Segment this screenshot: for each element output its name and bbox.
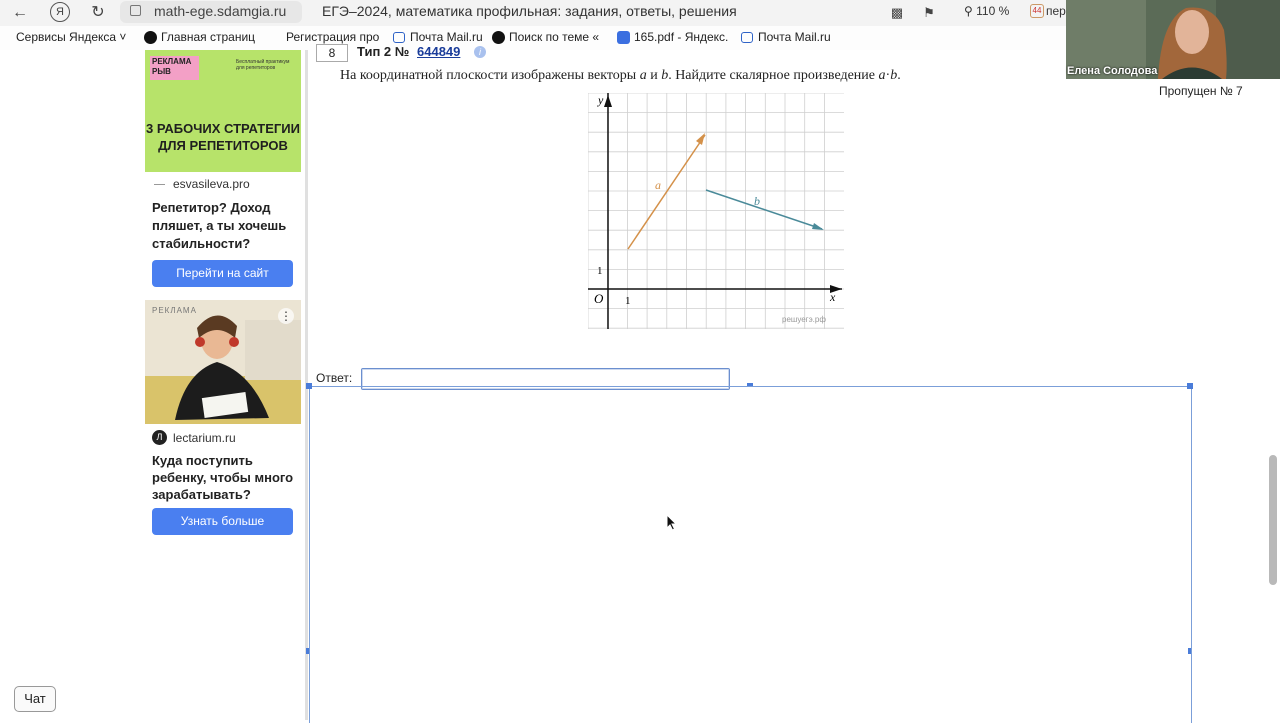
ad-cta-button[interactable]: Перейти на сайт — [152, 260, 293, 287]
vector-b-label: b — [754, 194, 760, 208]
mail-icon — [741, 32, 753, 43]
bookmark-mail-1[interactable]: Почта Mail.ru — [410, 30, 483, 44]
more-options-icon[interactable]: ⋮ — [278, 308, 294, 324]
grid — [587, 92, 844, 329]
skipped-label: Пропущен № 7 — [1159, 84, 1243, 98]
y-label: y — [597, 93, 604, 107]
bookmark-pdf[interactable]: 165.pdf - Яндекс. — [634, 30, 728, 44]
yandex-icon[interactable]: Я — [50, 2, 70, 22]
url-text[interactable]: math-ege.sdamgia.ru — [154, 3, 286, 19]
watermark: решуегэ.рф — [782, 315, 826, 324]
pdf-icon — [617, 31, 630, 44]
lectarium-logo-icon: Л — [152, 430, 167, 445]
y-axis-arrow-icon — [604, 95, 612, 107]
resize-handle[interactable] — [306, 648, 309, 654]
task-id-link[interactable]: 644849 — [417, 44, 460, 59]
y-one-label: 1 — [597, 265, 603, 277]
resize-handle[interactable] — [747, 383, 753, 386]
task-text-part: . — [897, 68, 901, 83]
tiktok-icon — [492, 31, 505, 44]
mouse-cursor-icon — [666, 514, 678, 531]
tabs-count-badge[interactable]: 44 — [1030, 4, 1044, 18]
task-text-part: На координатной плоскости изображены век… — [340, 68, 640, 83]
vector-graph: y x O 1 1 a b решуегэ.рф — [587, 92, 844, 329]
ad-domain[interactable]: esvasileva.pro — [173, 177, 250, 191]
ad-text[interactable]: Репетитор? Доход пляшет, а ты хочешь ста… — [152, 199, 302, 253]
bookmark-home[interactable]: Главная страниц — [161, 30, 255, 44]
graph-svg: y x O 1 1 a b решуегэ.рф — [587, 92, 844, 329]
bookmark-icon[interactable]: ⚑ — [919, 3, 939, 23]
participant-name: Елена Солодова — [1067, 65, 1158, 77]
yandex-home-icon — [144, 31, 157, 44]
task-type: Тип 2 № — [357, 44, 410, 59]
task-text-part: и — [646, 68, 662, 83]
lock-icon — [130, 5, 141, 16]
resize-handle[interactable] — [1188, 648, 1191, 654]
resize-handle[interactable] — [306, 383, 312, 389]
ad-domain[interactable]: lectarium.ru — [173, 431, 236, 445]
vector-b-arrowhead — [812, 223, 824, 230]
x-one-label: 1 — [625, 295, 631, 307]
comment-icon[interactable]: ▩ — [887, 3, 907, 23]
zoom-level[interactable]: ⚲ 110 % — [964, 4, 1009, 18]
bookmark-label: Сервисы Яндекса — [16, 30, 117, 44]
ad-small-text: Бесплатный практикум для репетиторов — [236, 59, 290, 71]
bookmark-search-topic[interactable]: Поиск по теме « — [509, 30, 599, 44]
bookmark-mail-2[interactable]: Почта Mail.ru — [758, 30, 831, 44]
resize-handle[interactable] — [1187, 383, 1193, 389]
origin-label: O — [594, 291, 604, 306]
task-text-part: . Найдите скалярное произведение — [668, 68, 879, 83]
ad-badge: РЕКЛАМА РЫВ — [150, 56, 199, 80]
chevron-down-icon: ˅ — [119, 30, 127, 44]
scrollbar-thumb[interactable] — [1269, 455, 1277, 585]
back-arrow-icon[interactable]: ← — [10, 3, 30, 23]
ad-cta-button[interactable]: Узнать больше — [152, 508, 293, 535]
answer-label: Ответ: — [316, 371, 353, 385]
bookmark-yandex-services[interactable]: Сервисы Яндекса ˅ — [16, 30, 126, 44]
task-number: 8 — [316, 44, 348, 62]
whiteboard-selection-frame[interactable] — [309, 386, 1192, 723]
bookmark-registration[interactable]: Регистрация про — [286, 30, 379, 44]
vector-a: a — [878, 68, 886, 83]
zoom-value: 110 % — [976, 4, 1010, 18]
vector-a-arrowhead — [696, 133, 705, 145]
mail-icon — [393, 32, 405, 43]
ad-headline: 3 РАБОЧИХ СТРАТЕГИИ ДЛЯ РЕПЕТИТОРОВ — [146, 121, 300, 153]
magnifier-icon: ⚲ — [964, 4, 977, 18]
page-title: ЕГЭ–2024, математика профильная: задания… — [322, 3, 737, 19]
tabs-label: пер — [1046, 4, 1066, 18]
divider — [154, 184, 165, 185]
info-icon[interactable]: i — [474, 46, 486, 58]
chat-button[interactable]: Чат — [14, 686, 56, 712]
vector-a-label: a — [655, 178, 661, 192]
vector-a: a — [639, 68, 647, 83]
ad-label: РЕКЛАМА — [152, 306, 197, 315]
x-label: x — [829, 290, 836, 304]
task-statement: На координатной плоскости изображены век… — [340, 68, 901, 84]
reload-icon[interactable]: ↻ — [88, 3, 108, 23]
ad-text[interactable]: Куда поступить ребенку, чтобы много зара… — [152, 452, 302, 503]
